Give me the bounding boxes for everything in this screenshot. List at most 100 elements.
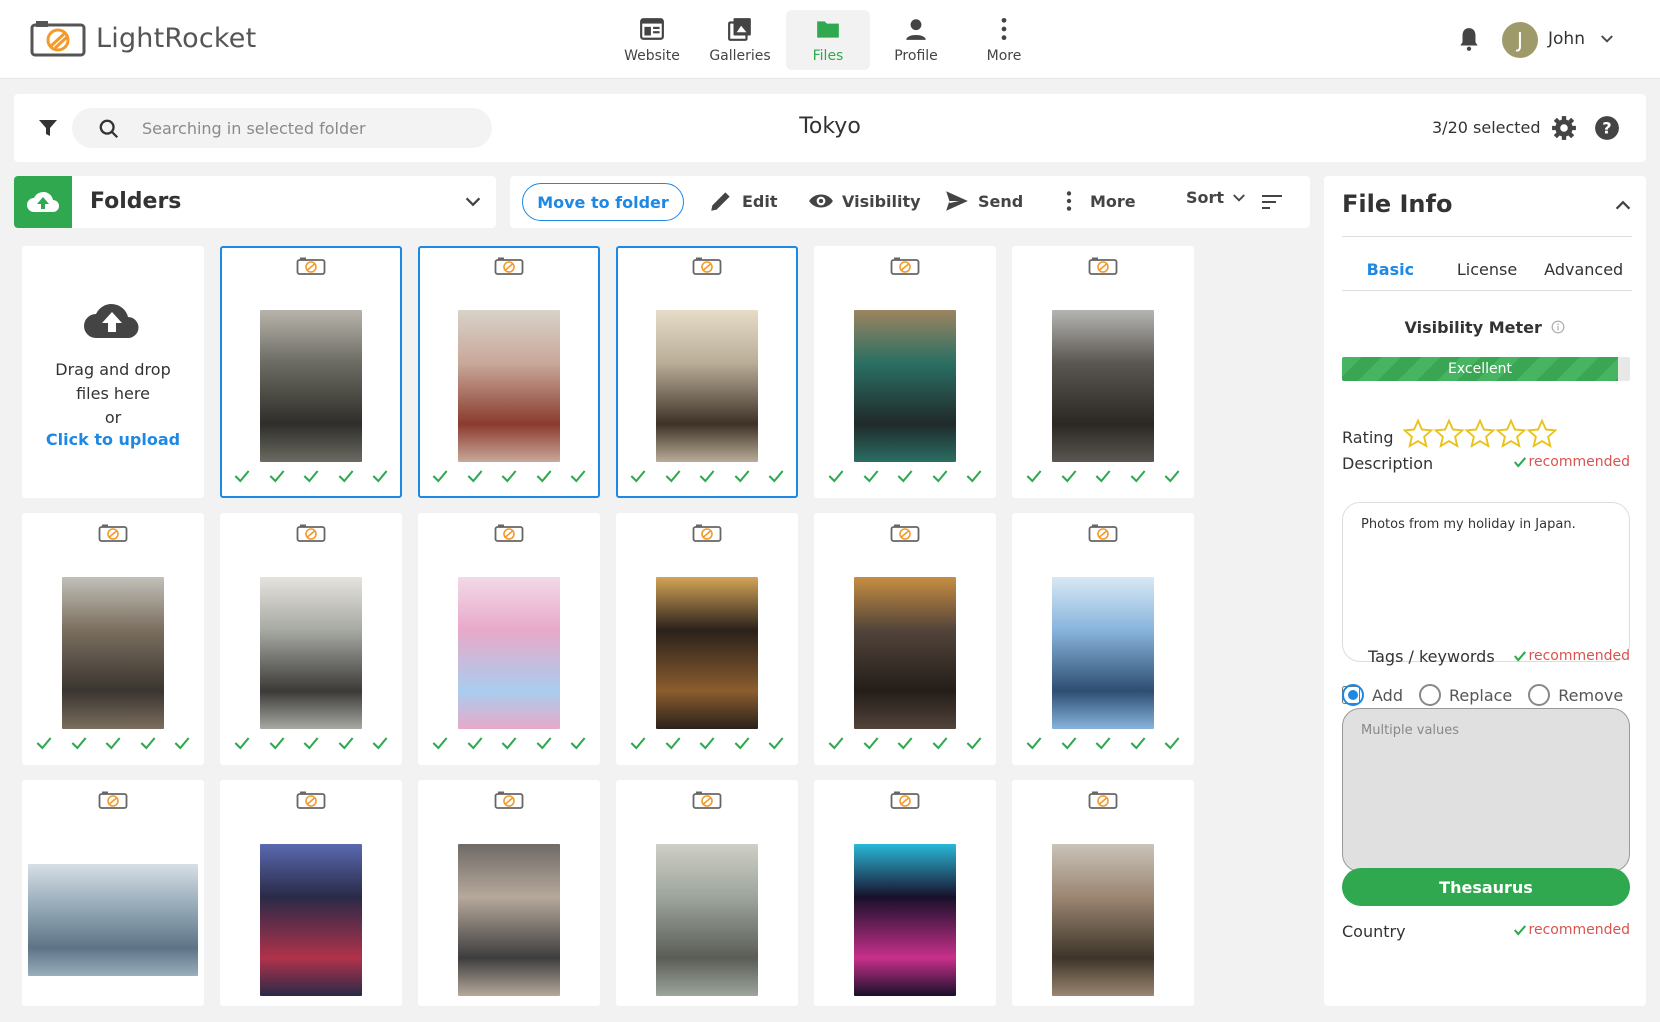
send-button[interactable]: Send <box>944 188 1023 214</box>
nav-website[interactable]: Website <box>610 10 694 70</box>
notifications-bell-icon[interactable] <box>1456 26 1482 52</box>
photo-card[interactable] <box>1012 246 1194 498</box>
photo-card[interactable] <box>814 513 996 765</box>
photo-card[interactable] <box>220 780 402 1006</box>
photo-card[interactable] <box>814 780 996 1006</box>
rating-stars <box>1402 418 1558 450</box>
photo-thumbnail[interactable] <box>854 577 956 729</box>
photo-thumbnail[interactable] <box>1052 844 1154 996</box>
gear-icon[interactable] <box>1551 115 1577 141</box>
tab-advanced[interactable]: Advanced <box>1535 252 1632 300</box>
check-icon <box>663 733 683 757</box>
photo-card[interactable] <box>1012 780 1194 1006</box>
check-icon <box>336 466 356 490</box>
tags-textarea[interactable] <box>1342 708 1630 872</box>
file-info-tabs: Basic License Advanced <box>1342 252 1632 300</box>
chevron-up-icon[interactable] <box>1612 194 1634 216</box>
star-icon[interactable] <box>1402 418 1434 450</box>
check-icon <box>301 466 321 490</box>
photo-card[interactable] <box>22 780 204 1006</box>
photo-thumbnail[interactable] <box>854 844 956 996</box>
nav-profile[interactable]: Profile <box>874 10 958 70</box>
chevron-down-icon[interactable] <box>462 191 484 213</box>
photo-card[interactable] <box>616 513 798 765</box>
photo-card[interactable] <box>1012 513 1194 765</box>
nav-files[interactable]: Files <box>786 10 870 70</box>
camera-icon <box>296 523 326 543</box>
move-to-folder-button[interactable]: Move to folder <box>522 183 684 221</box>
check-icon <box>1128 466 1148 490</box>
photo-card[interactable] <box>22 513 204 765</box>
photo-thumbnail[interactable] <box>656 844 758 996</box>
chevron-down-icon[interactable] <box>1598 30 1616 48</box>
info-icon[interactable] <box>1551 320 1565 334</box>
tab-license[interactable]: License <box>1439 252 1536 300</box>
nav-more[interactable]: More <box>962 10 1046 70</box>
photo-thumbnail[interactable] <box>854 310 956 462</box>
visibility-meter-label: Visibility Meter <box>1324 318 1646 337</box>
dropzone-text: Drag and drop files here or <box>55 360 171 427</box>
check-icon <box>930 733 950 757</box>
photo-card[interactable] <box>616 780 798 1006</box>
photo-card[interactable] <box>418 780 600 1006</box>
visibility-button[interactable]: Visibility <box>808 188 921 214</box>
edit-button[interactable]: Edit <box>708 188 778 214</box>
check-icon <box>568 733 588 757</box>
check-icon <box>697 733 717 757</box>
photo-card[interactable] <box>418 513 600 765</box>
help-icon[interactable]: ? <box>1594 115 1620 141</box>
app-logo[interactable]: LightRocket <box>30 19 256 57</box>
description-textarea[interactable]: Photos from my holiday in Japan. <box>1342 502 1630 662</box>
photo-card[interactable] <box>220 513 402 765</box>
search-input[interactable] <box>142 108 472 148</box>
user-name[interactable]: John <box>1548 29 1585 49</box>
photo-thumbnail[interactable] <box>260 844 362 996</box>
star-icon[interactable] <box>1433 418 1465 450</box>
radio-remove[interactable]: Remove <box>1528 684 1623 706</box>
top-navigation-bar: LightRocket Website Galleries Files Prof… <box>0 0 1660 79</box>
click-to-upload-link[interactable]: Click to upload <box>22 430 204 449</box>
photo-thumbnail[interactable] <box>62 577 164 729</box>
tab-basic[interactable]: Basic <box>1342 252 1439 300</box>
photo-thumbnail[interactable] <box>656 310 758 462</box>
nav-galleries[interactable]: Galleries <box>698 10 782 70</box>
user-avatar[interactable]: J <box>1502 22 1538 58</box>
thesaurus-button[interactable]: Thesaurus <box>1342 868 1630 906</box>
radio-add[interactable]: Add <box>1342 684 1403 706</box>
metadata-checks <box>1024 733 1182 757</box>
photo-thumbnail[interactable] <box>260 310 362 462</box>
upload-dropzone[interactable]: Drag and drop files here or Click to upl… <box>22 246 204 498</box>
radio-replace[interactable]: Replace <box>1418 684 1512 706</box>
photo-thumbnail[interactable] <box>458 844 560 996</box>
check-icon <box>826 733 846 757</box>
photo-thumbnail[interactable] <box>458 310 560 462</box>
star-icon[interactable] <box>1464 418 1496 450</box>
cloud-upload-icon <box>84 304 139 338</box>
check-icon <box>69 733 89 757</box>
star-icon[interactable] <box>1526 418 1558 450</box>
folder-icon <box>817 21 839 38</box>
search-box[interactable] <box>72 108 492 148</box>
upload-button[interactable] <box>14 176 72 228</box>
file-info-title: File Info <box>1342 190 1453 218</box>
photo-card[interactable] <box>814 246 996 498</box>
star-icon[interactable] <box>1495 418 1527 450</box>
photo-card[interactable] <box>616 246 798 498</box>
photo-thumbnail[interactable] <box>458 577 560 729</box>
filter-icon[interactable] <box>36 116 60 140</box>
more-actions-button[interactable]: More <box>1056 188 1136 214</box>
check-icon <box>232 733 252 757</box>
check-icon <box>568 466 588 490</box>
rating-label: Rating <box>1342 428 1394 447</box>
check-icon <box>1059 733 1079 757</box>
photo-thumbnail[interactable] <box>656 577 758 729</box>
photo-thumbnail[interactable] <box>1052 310 1154 462</box>
photo-thumbnail[interactable] <box>260 577 362 729</box>
photo-card[interactable] <box>220 246 402 498</box>
photo-thumbnail[interactable] <box>28 864 198 976</box>
photo-card[interactable] <box>418 246 600 498</box>
photo-thumbnail[interactable] <box>1052 577 1154 729</box>
sort-button[interactable]: Sort <box>1186 188 1256 207</box>
file-actions-toolbar: Move to folder Edit Visibility Send More… <box>510 176 1310 228</box>
sort-order-icon[interactable] <box>1260 190 1284 214</box>
